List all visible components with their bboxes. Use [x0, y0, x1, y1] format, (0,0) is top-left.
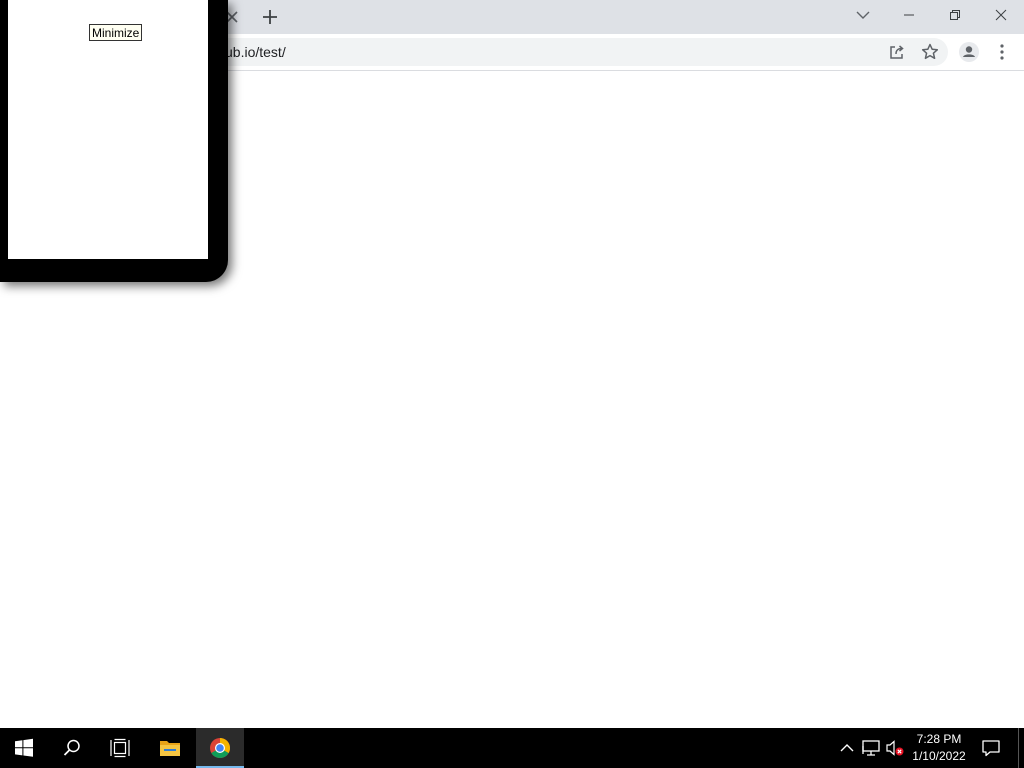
plus-icon	[263, 10, 277, 24]
window-restore-button[interactable]	[943, 3, 967, 27]
chrome-icon	[210, 738, 230, 758]
restore-icon	[950, 10, 960, 20]
volume-muted-icon	[886, 740, 904, 756]
show-desktop-button[interactable]	[1018, 728, 1024, 768]
browser-menu-button[interactable]	[991, 41, 1013, 63]
task-view-icon	[110, 738, 130, 758]
network-icon	[862, 740, 880, 756]
search-button[interactable]	[48, 728, 96, 768]
notification-icon	[982, 740, 1000, 757]
window-minimize-button[interactable]	[897, 3, 921, 27]
clock-date: 1/10/2022	[912, 749, 966, 763]
taskbar-clock[interactable]: 7:28 PM 1/10/2022	[905, 731, 973, 765]
close-icon	[995, 9, 1007, 21]
popup-window-frame: Minimize	[0, 0, 228, 282]
more-vert-icon	[1000, 44, 1004, 60]
network-status-button[interactable]	[861, 738, 881, 758]
share-icon	[890, 45, 904, 59]
chevron-up-icon	[840, 744, 854, 752]
tab-search-button[interactable]	[851, 3, 875, 27]
popup-window: Minimize	[8, 0, 208, 259]
minimize-button[interactable]: Minimize	[89, 24, 143, 41]
new-tab-button[interactable]	[259, 6, 281, 28]
clock-time: 7:28 PM	[916, 732, 962, 746]
bookmark-button[interactable]	[919, 41, 941, 63]
start-button[interactable]	[0, 728, 48, 768]
search-icon	[63, 739, 80, 756]
avatar-icon	[959, 42, 979, 62]
profile-button[interactable]	[958, 41, 980, 63]
task-view-button[interactable]	[96, 728, 144, 768]
action-center-button[interactable]	[981, 738, 1001, 758]
address-url: ub.io/test/	[225, 44, 286, 60]
minimize-icon	[904, 14, 914, 16]
window-close-button[interactable]	[989, 3, 1013, 27]
star-icon	[921, 43, 939, 60]
windows-logo-icon	[15, 738, 33, 757]
taskbar: 7:28 PM 1/10/2022	[0, 728, 1024, 768]
chevron-down-icon	[856, 11, 870, 19]
show-hidden-icons-button[interactable]	[837, 738, 857, 758]
chrome-taskbar-button[interactable]	[196, 728, 244, 768]
file-explorer-icon	[160, 741, 180, 756]
volume-button[interactable]	[885, 738, 905, 758]
share-button[interactable]	[886, 41, 908, 63]
file-explorer-taskbar-button[interactable]	[146, 728, 194, 768]
